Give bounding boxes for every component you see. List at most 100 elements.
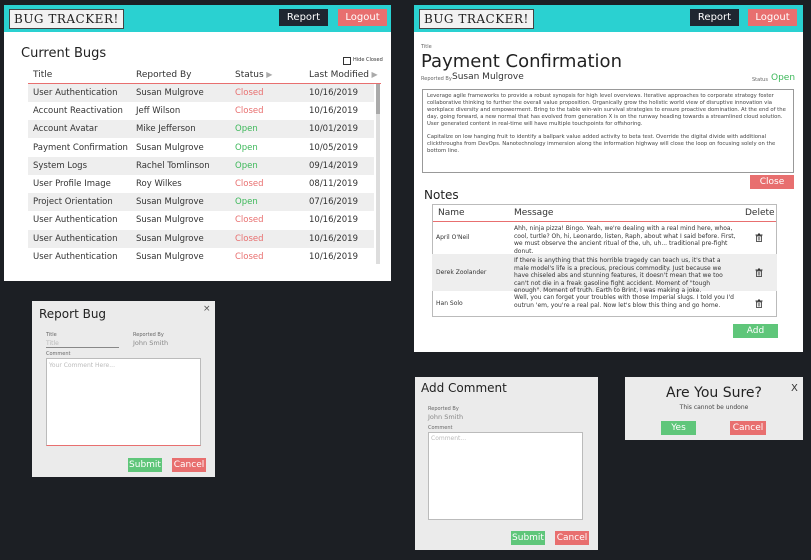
confirm-subtitle: This cannot be undone <box>679 404 749 411</box>
reporter-cell: Susan Mulgrove <box>136 233 204 244</box>
table-row[interactable]: User Authentication Susan Mulgrove Closed 1… <box>28 229 374 248</box>
cancel-button[interactable]: Cancel <box>555 531 589 545</box>
table-scrollbar-thumb[interactable] <box>376 84 380 114</box>
submit-button[interactable]: Submit <box>128 458 162 472</box>
reported-by-label: Reported By <box>133 332 164 338</box>
sort-arrow-icon: ▶ <box>263 70 273 79</box>
title-input-underline <box>46 347 119 348</box>
comment-placeholder: Comment... <box>431 435 467 442</box>
status-cell: Open <box>235 142 258 153</box>
column-header-last-modified-label: Last Modified <box>309 70 370 80</box>
last-modified-cell: 10/16/2019 <box>309 106 358 117</box>
logout-button[interactable]: Logout <box>748 9 797 26</box>
bug-title-cell: User Authentication <box>33 251 118 262</box>
last-modified-cell: 10/16/2019 <box>309 251 358 262</box>
status-cell: Closed <box>235 251 264 262</box>
report-button[interactable]: Report <box>690 9 739 26</box>
status-cell: Closed <box>235 179 264 189</box>
table-row[interactable]: Project Orientation Susan Mulgrove Open 07/… <box>28 193 374 212</box>
app-logo[interactable]: BUG TRACKER! <box>9 9 124 29</box>
note-author: Han Solo <box>436 299 463 307</box>
status-cell: Closed <box>235 233 264 244</box>
bug-title-cell: User Authentication <box>33 233 118 244</box>
last-modified-cell: 08/11/2019 <box>309 179 358 189</box>
bug-title-cell: Payment Confirmation <box>33 142 128 153</box>
cancel-button[interactable]: Cancel <box>730 421 766 435</box>
column-header-status[interactable]: Status ▶ <box>235 70 272 80</box>
comment-placeholder: Your Comment Here... <box>49 362 115 369</box>
last-modified-cell: 07/16/2019 <box>309 197 358 208</box>
bug-title-cell: User Profile Image <box>33 179 111 189</box>
note-row: Derek Zoolander If there is anything that… <box>432 254 777 294</box>
column-header-title[interactable]: Title <box>33 70 52 80</box>
confirm-title: Are You Sure? <box>666 385 762 401</box>
report-button[interactable]: Report <box>279 9 328 26</box>
reporter-name: John Smith <box>133 339 169 347</box>
column-header-last-modified[interactable]: Last Modified ▶ <box>309 70 378 80</box>
last-modified-cell: 10/05/2019 <box>309 142 358 153</box>
modal-title: Add Comment <box>421 381 507 395</box>
hide-closed-checkbox[interactable] <box>343 57 351 65</box>
reporter-cell: Jeff Wilson <box>136 106 181 117</box>
reporter-cell: Susan Mulgrove <box>136 197 204 208</box>
reporter-cell: Susan Mulgrove <box>136 88 204 98</box>
table-row[interactable]: User Profile Image Roy Wilkes Closed 08/11/… <box>28 175 374 193</box>
table-row[interactable]: Account Avatar Mike Jefferson Open 10/01/20… <box>28 120 374 139</box>
table-row[interactable]: Account Reactivation Jeff Wilson Closed 10/… <box>28 102 374 120</box>
title-input[interactable]: Title <box>46 340 59 347</box>
table-row[interactable]: System Logs Rachel Tomlinson Open 09/14/201… <box>28 156 374 175</box>
column-header-status-label: Status <box>235 70 264 80</box>
trash-icon[interactable] <box>755 233 763 242</box>
table-row[interactable]: User Authentication Susan Mulgrove Closed 1… <box>28 84 374 102</box>
trash-icon[interactable] <box>755 268 763 277</box>
bugs-heading: Current Bugs <box>21 46 107 61</box>
reporter-cell: Mike Jefferson <box>136 124 196 135</box>
add-note-button[interactable]: Add <box>733 324 778 338</box>
confirm-modal: X Are You Sure? This cannot be undone Ye… <box>625 377 803 440</box>
description-paragraph: Capitalize on low hanging fruit to ident… <box>427 134 776 154</box>
status-label: Status <box>752 77 768 83</box>
logout-button[interactable]: Logout <box>338 9 387 26</box>
add-comment-modal: Add Comment Reported By John Smith Comme… <box>415 377 598 550</box>
status-cell: Closed <box>235 106 264 117</box>
note-author: April O'Neil <box>436 234 470 241</box>
bug-title-cell: User Authentication <box>33 215 118 226</box>
submit-button[interactable]: Submit <box>511 531 545 545</box>
note-message: Well, you can forget your troubles with … <box>514 294 734 309</box>
reporter-name: John Smith <box>428 413 464 421</box>
sort-arrow-icon: ▶ <box>369 70 378 79</box>
description-paragraph: Leverage agile frameworks to provide a r… <box>427 93 786 127</box>
comment-label: Comment <box>428 425 453 431</box>
bug-title: Payment Confirmation <box>421 51 622 72</box>
close-bug-button[interactable]: Close <box>750 175 794 189</box>
reporter-cell: Rachel Tomlinson <box>136 160 210 171</box>
reporter-cell: Susan Mulgrove <box>136 142 204 153</box>
note-message: If there is anything that this horrible … <box>514 257 723 294</box>
note-row: April O'Neil Ahh, ninja pizza! Bingo. Yea… <box>432 222 777 255</box>
comment-textarea[interactable]: Your Comment Here... <box>46 358 201 446</box>
reported-by-label: Reported By <box>428 406 459 412</box>
reporter-cell: Susan Mulgrove <box>136 215 204 226</box>
table-row[interactable]: User Authentication Susan Mulgrove Closed 1… <box>28 211 374 229</box>
comment-textarea[interactable]: Comment... <box>428 432 583 520</box>
app-logo[interactable]: BUG TRACKER! <box>419 9 534 29</box>
reporter-cell: Roy Wilkes <box>136 179 182 189</box>
table-row[interactable]: Payment Confirmation Susan Mulgrove Open 10… <box>28 139 374 157</box>
last-modified-cell: 10/16/2019 <box>309 233 358 244</box>
bug-title-cell: User Authentication <box>33 88 118 98</box>
modal-title: Report Bug <box>39 307 107 321</box>
status-cell: Closed <box>235 88 264 98</box>
yes-button[interactable]: Yes <box>661 421 696 435</box>
reporter-name: Susan Mulgrove <box>452 72 524 82</box>
column-header-reported-by[interactable]: Reported By <box>136 70 191 80</box>
table-row[interactable]: User Authentication Susan Mulgrove Closed 1… <box>28 248 374 266</box>
close-icon[interactable]: × <box>203 304 211 314</box>
cancel-button[interactable]: Cancel <box>172 458 206 472</box>
bug-title-cell: Project Orientation <box>33 197 113 208</box>
title-field-label: Title <box>46 332 57 338</box>
hide-closed-label: Hide Closed <box>353 57 383 63</box>
trash-icon[interactable] <box>755 299 763 308</box>
note-message: Ahh, ninja pizza! Bingo. Yeah, we're dea… <box>514 225 736 255</box>
last-modified-cell: 09/14/2019 <box>309 160 358 171</box>
note-author: Derek Zoolander <box>436 268 487 276</box>
